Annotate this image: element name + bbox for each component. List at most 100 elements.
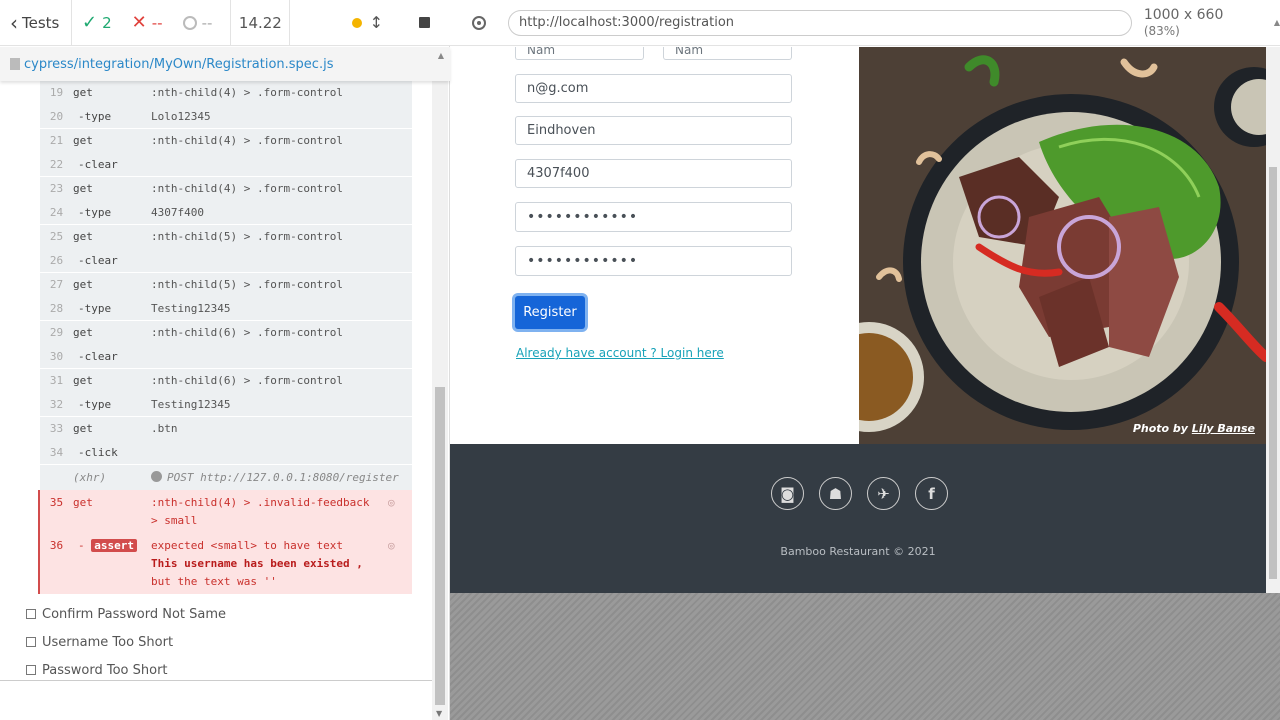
error-assert-row[interactable]: 36 - assert expected <small> to have tex… [40,533,412,594]
app-scrollbar[interactable] [1266,47,1280,593]
command-group[interactable]: 21 get :nth-child(4) > .form-control 22 -cle… [40,129,412,177]
email-field[interactable]: n@g.com [515,74,792,103]
command-row[interactable]: 26 -clear [40,249,412,273]
url-bar[interactable]: http://localhost:3000/registration [507,9,1132,36]
city-field[interactable]: Eindhoven [515,116,792,145]
password-field[interactable]: •••••••••••• [515,202,792,232]
command-arg: Testing12345 [151,301,231,315]
pending-count: -- [173,0,223,46]
selector-playground-icon[interactable] [450,15,508,30]
scrollbar-thumb[interactable] [1269,167,1277,579]
circle-icon [182,15,197,30]
test-item[interactable]: Username Too Short [26,628,226,656]
command-group[interactable]: 27 get :nth-child(5) > .form-control 28 -typ… [40,273,412,321]
twitter-icon[interactable]: ✈ [867,477,900,510]
command-group[interactable]: 33 get .btn 34 -click [40,417,412,465]
command-name: get [73,496,93,509]
snapchat-icon[interactable]: ☗ [819,477,852,510]
command-group[interactable]: 31 get:nth-child(6) > .form-control 32 -typ… [40,369,412,417]
confirm-password-field[interactable]: •••••••••••• [515,246,792,276]
xhr-status-icon [151,471,162,482]
command-group[interactable]: 23 get:nth-child(4) > .form-control 24 -typ… [40,177,412,225]
spec-header: cypress/integration/MyOwn/Registration.s… [0,47,450,81]
command-number: 22 [49,157,64,171]
last-name-field[interactable]: Nam [663,47,792,60]
command-number: 20 [49,109,64,123]
command-name: get [73,134,93,148]
command-name: get [73,230,93,244]
duration: 14.22 [230,0,291,46]
aut-iframe-area: Nam Nam n@g.com Eindhoven 4307f400 •••••… [450,47,1280,720]
photo-credit-prefix: Photo by [1132,422,1192,435]
runner-controls: ↕ [290,0,450,46]
command-number: 19 [49,86,64,100]
command-number: 27 [49,278,64,292]
command-name: - assert [73,537,151,591]
scroll-down-arrow-icon[interactable]: ▼ [436,709,442,718]
command-row[interactable]: 19 get:nth-child(4) > .form-control [40,81,412,105]
command-row[interactable]: 23 get:nth-child(4) > .form-control [40,177,412,201]
command-row[interactable]: 21 get :nth-child(4) > .form-control [40,129,412,153]
facebook-icon[interactable]: f [915,477,948,510]
error-command-group[interactable]: 35 get :nth-child(4) > .invalid-feedback… [38,490,412,594]
command-name: -clear [78,157,118,171]
command-row[interactable]: 28 -type Testing12345 [40,297,412,321]
assert-badge: assert [91,539,137,552]
site-footer: ◙ ☗ ✈ f Bamboo Restaurant © 2021 [450,444,1266,593]
command-group[interactable]: 25 get:nth-child(5) > .form-control 26 -cle… [40,225,412,273]
command-number: 34 [49,445,64,459]
arg-line-1: :nth-child(4) > .invalid-feedback [151,496,370,509]
instagram-icon[interactable]: ◙ [771,477,804,510]
command-number: 21 [49,134,64,148]
command-row[interactable]: 27 get :nth-child(5) > .form-control [40,273,412,297]
command-number: 25 [49,230,64,244]
command-arg: .btn [151,422,178,436]
login-link[interactable]: Already have account ? Login here [516,346,724,360]
command-name: -type [78,397,112,411]
divider [0,680,432,681]
first-name-field[interactable]: Nam [515,47,644,60]
viewport-size: 1000 x 660 [1143,6,1224,23]
command-row[interactable]: 25 get:nth-child(5) > .form-control [40,225,412,249]
command-group[interactable]: 19 get:nth-child(4) > .form-control 20 -typ… [40,81,412,129]
command-row[interactable]: 24 -type 4307f400 [40,201,412,225]
command-row[interactable]: 33 get .btn [40,417,412,441]
command-log: 19 get:nth-child(4) > .form-control 20 -typ… [38,81,412,594]
test-item[interactable]: Confirm Password Not Same [26,600,226,628]
scroll-up-arrow-icon[interactable]: ▲ [1274,18,1280,27]
scroll-up-arrow-icon[interactable]: ▲ [438,51,444,60]
error-get-row[interactable]: 35 get :nth-child(4) > .invalid-feedback… [40,490,412,533]
spec-path-link[interactable]: cypress/integration/MyOwn/Registration.s… [24,57,333,72]
command-row[interactable]: 20 -type Lolo12345 [40,105,412,129]
xhr-row[interactable]: (xhr) POST http://127.0.0.1:8080/registe… [40,465,412,490]
tests-button[interactable]: ‹ Tests [0,0,72,46]
check-icon: ✓ [82,12,98,33]
viewport-info: 1000 x 660 (83%) [1144,7,1264,39]
viewport-scale: (83%) [1143,23,1180,38]
food-photo-illustration [859,47,1266,444]
failed-number: -- [151,13,163,32]
command-arg: :nth-child(6) > .form-control [151,326,344,340]
command-row[interactable]: 31 get:nth-child(6) > .form-control [40,369,412,393]
command-row[interactable]: 30 -clear [40,345,412,369]
command-row[interactable]: 22 -clear [40,153,412,177]
register-button[interactable]: Register [515,296,585,329]
command-arg: :nth-child(4) > .form-control [151,86,344,100]
command-arg: :nth-child(4) > .form-control [151,134,344,148]
command-row[interactable]: 29 get:nth-child(6) > .form-control [40,321,412,345]
file-icon [10,58,20,70]
stop-icon[interactable] [419,17,430,28]
scroll-toggle-icon[interactable]: ↕ [370,13,383,32]
command-name: get [73,278,93,292]
username-field[interactable]: 4307f400 [515,159,792,188]
command-row[interactable]: 32 -type Testing12345 [40,393,412,417]
runner-scrollbar[interactable]: ▲ ▼ [432,47,448,720]
command-row[interactable]: 34 -click [40,441,412,465]
command-arg: :nth-child(5) > .form-control [151,278,344,292]
aut-header: http://localhost:3000/registration 1000 … [450,0,1280,46]
command-arg: 4307f400 [151,205,204,219]
photo-author-link[interactable]: Lily Banse [1192,422,1255,435]
command-number: 32 [49,397,64,411]
command-group[interactable]: 29 get:nth-child(6) > .form-control 30 -cle… [40,321,412,369]
scrollbar-thumb[interactable] [435,387,445,705]
